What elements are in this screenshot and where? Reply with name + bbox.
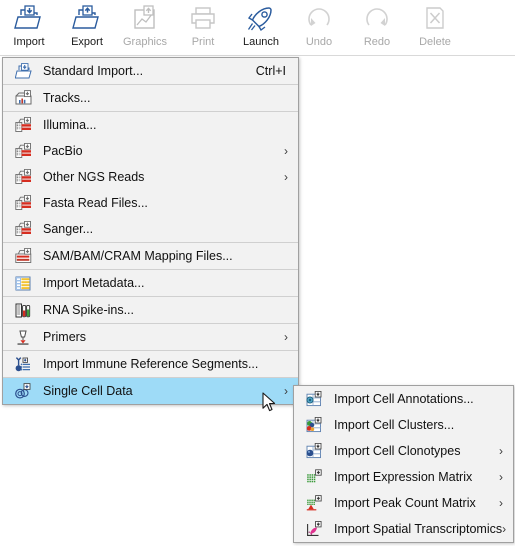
mapping-files-icon bbox=[11, 246, 37, 266]
toolbar-button-undo[interactable]: Undo bbox=[290, 0, 348, 54]
ngs-reads-icon bbox=[11, 141, 37, 161]
chevron-right-icon: › bbox=[502, 522, 507, 536]
menu-item-label: RNA Spike-ins... bbox=[43, 303, 135, 317]
menu-item-single-cell-data[interactable]: Single Cell Data › bbox=[3, 378, 298, 404]
chevron-right-icon: › bbox=[499, 470, 503, 484]
menu-item-fasta-read-files[interactable]: Fasta Read Files... bbox=[3, 190, 298, 216]
menu-item-label: Import Immune Reference Segments... bbox=[43, 357, 259, 371]
menu-item-import-immune-reference-segments[interactable]: Import Immune Reference Segments... bbox=[3, 351, 298, 377]
tracks-icon bbox=[11, 88, 37, 108]
cell-annotations-icon bbox=[302, 389, 328, 409]
ngs-reads-icon bbox=[11, 219, 37, 239]
chevron-right-icon: › bbox=[499, 496, 503, 510]
single-cell-icon bbox=[11, 381, 37, 401]
menu-item-primers[interactable]: Primers › bbox=[3, 324, 298, 350]
menu-item-sam-bam-cram-mapping-files[interactable]: SAM/BAM/CRAM Mapping Files... bbox=[3, 243, 298, 269]
menu-item-label: Illumina... bbox=[43, 118, 97, 132]
menu-item-label: Other NGS Reads bbox=[43, 170, 145, 184]
submenu-item-import-spatial-transcriptomics[interactable]: Import Spatial Transcriptomics › bbox=[294, 516, 513, 542]
menu-item-import-metadata[interactable]: Import Metadata... bbox=[3, 270, 298, 296]
toolbar-button-export[interactable]: Export bbox=[58, 0, 116, 54]
submenu-item-import-expression-matrix[interactable]: Import Expression Matrix › bbox=[294, 464, 513, 490]
toolbar: Import Export Graphics Print Launch Undo… bbox=[0, 0, 515, 56]
toolbar-label: Graphics bbox=[122, 36, 168, 48]
spatial-transcriptomics-icon bbox=[302, 519, 328, 539]
import-folder-icon bbox=[11, 61, 37, 81]
menu-item-label: SAM/BAM/CRAM Mapping Files... bbox=[43, 249, 233, 263]
submenu-item-label: Import Cell Clusters... bbox=[334, 418, 455, 432]
submenu-item-label: Import Peak Count Matrix bbox=[334, 496, 476, 510]
menu-item-label: Single Cell Data bbox=[43, 384, 133, 398]
peak-count-matrix-icon bbox=[302, 493, 328, 513]
primers-icon bbox=[11, 327, 37, 347]
delete-x-icon bbox=[417, 4, 453, 34]
menu-item-label: Standard Import... bbox=[43, 64, 144, 78]
toolbar-button-print[interactable]: Print bbox=[174, 0, 232, 54]
toolbar-label: Import bbox=[13, 36, 45, 48]
toolbar-label: Delete bbox=[419, 36, 451, 48]
ngs-reads-icon bbox=[11, 167, 37, 187]
submenu-item-label: Import Spatial Transcriptomics bbox=[334, 522, 503, 536]
menu-item-pacbio[interactable]: PacBio › bbox=[3, 138, 298, 164]
menu-item-other-ngs-reads[interactable]: Other NGS Reads › bbox=[3, 164, 298, 190]
menu-item-standard-import[interactable]: Standard Import... Ctrl+I bbox=[3, 58, 298, 84]
menu-item-rna-spike-ins[interactable]: RNA Spike-ins... bbox=[3, 297, 298, 323]
immune-segments-icon bbox=[11, 354, 37, 374]
export-folder-icon bbox=[69, 4, 105, 34]
submenu-item-import-cell-clusters[interactable]: Import Cell Clusters... bbox=[294, 412, 513, 438]
menu-item-sanger[interactable]: Sanger... bbox=[3, 216, 298, 242]
submenu-item-label: Import Cell Annotations... bbox=[334, 392, 474, 406]
menu-item-tracks[interactable]: Tracks... bbox=[3, 85, 298, 111]
rocket-icon bbox=[243, 4, 279, 34]
graphics-icon bbox=[127, 4, 163, 34]
submenu-item-label: Import Cell Clonotypes bbox=[334, 444, 461, 458]
expression-matrix-icon bbox=[302, 467, 328, 487]
toolbar-button-delete[interactable]: Delete bbox=[406, 0, 464, 54]
printer-icon bbox=[185, 4, 221, 34]
toolbar-button-graphics[interactable]: Graphics bbox=[116, 0, 174, 54]
toolbar-button-launch[interactable]: Launch bbox=[232, 0, 290, 54]
submenu-item-label: Import Expression Matrix bbox=[334, 470, 473, 484]
chevron-right-icon: › bbox=[499, 444, 503, 458]
chevron-right-icon: › bbox=[284, 170, 288, 184]
single-cell-data-submenu: Import Cell Annotations... Import Cell C… bbox=[293, 385, 514, 543]
chevron-right-icon: › bbox=[284, 330, 288, 344]
cell-clonotypes-icon bbox=[302, 441, 328, 461]
menu-item-label: Sanger... bbox=[43, 222, 94, 236]
toolbar-label: Redo bbox=[363, 36, 391, 48]
toolbar-label: Undo bbox=[305, 36, 333, 48]
menu-item-label: Fasta Read Files... bbox=[43, 196, 148, 210]
undo-arrow-icon bbox=[301, 4, 337, 34]
submenu-item-import-cell-annotations[interactable]: Import Cell Annotations... bbox=[294, 386, 513, 412]
import-menu: Standard Import... Ctrl+I Tracks... Illu… bbox=[2, 57, 299, 405]
menu-item-label: PacBio bbox=[43, 144, 83, 158]
redo-arrow-icon bbox=[359, 4, 395, 34]
menu-item-label: Primers bbox=[43, 330, 87, 344]
menu-item-label: Import Metadata... bbox=[43, 276, 145, 290]
cell-clusters-icon bbox=[302, 415, 328, 435]
ngs-reads-icon bbox=[11, 115, 37, 135]
chevron-right-icon: › bbox=[284, 144, 288, 158]
toolbar-label: Export bbox=[71, 36, 103, 48]
import-folder-icon bbox=[11, 4, 47, 34]
ngs-reads-icon bbox=[11, 193, 37, 213]
toolbar-label: Launch bbox=[242, 36, 280, 48]
metadata-table-icon bbox=[11, 273, 37, 293]
toolbar-button-import[interactable]: Import bbox=[0, 0, 58, 54]
submenu-item-import-peak-count-matrix[interactable]: Import Peak Count Matrix › bbox=[294, 490, 513, 516]
submenu-item-import-cell-clonotypes[interactable]: Import Cell Clonotypes › bbox=[294, 438, 513, 464]
menu-item-shortcut: Ctrl+I bbox=[255, 64, 286, 78]
toolbar-label: Print bbox=[191, 36, 215, 48]
toolbar-button-redo[interactable]: Redo bbox=[348, 0, 406, 54]
menu-item-label: Tracks... bbox=[43, 91, 91, 105]
menu-item-illumina[interactable]: Illumina... bbox=[3, 112, 298, 138]
spike-ins-icon bbox=[11, 300, 37, 320]
